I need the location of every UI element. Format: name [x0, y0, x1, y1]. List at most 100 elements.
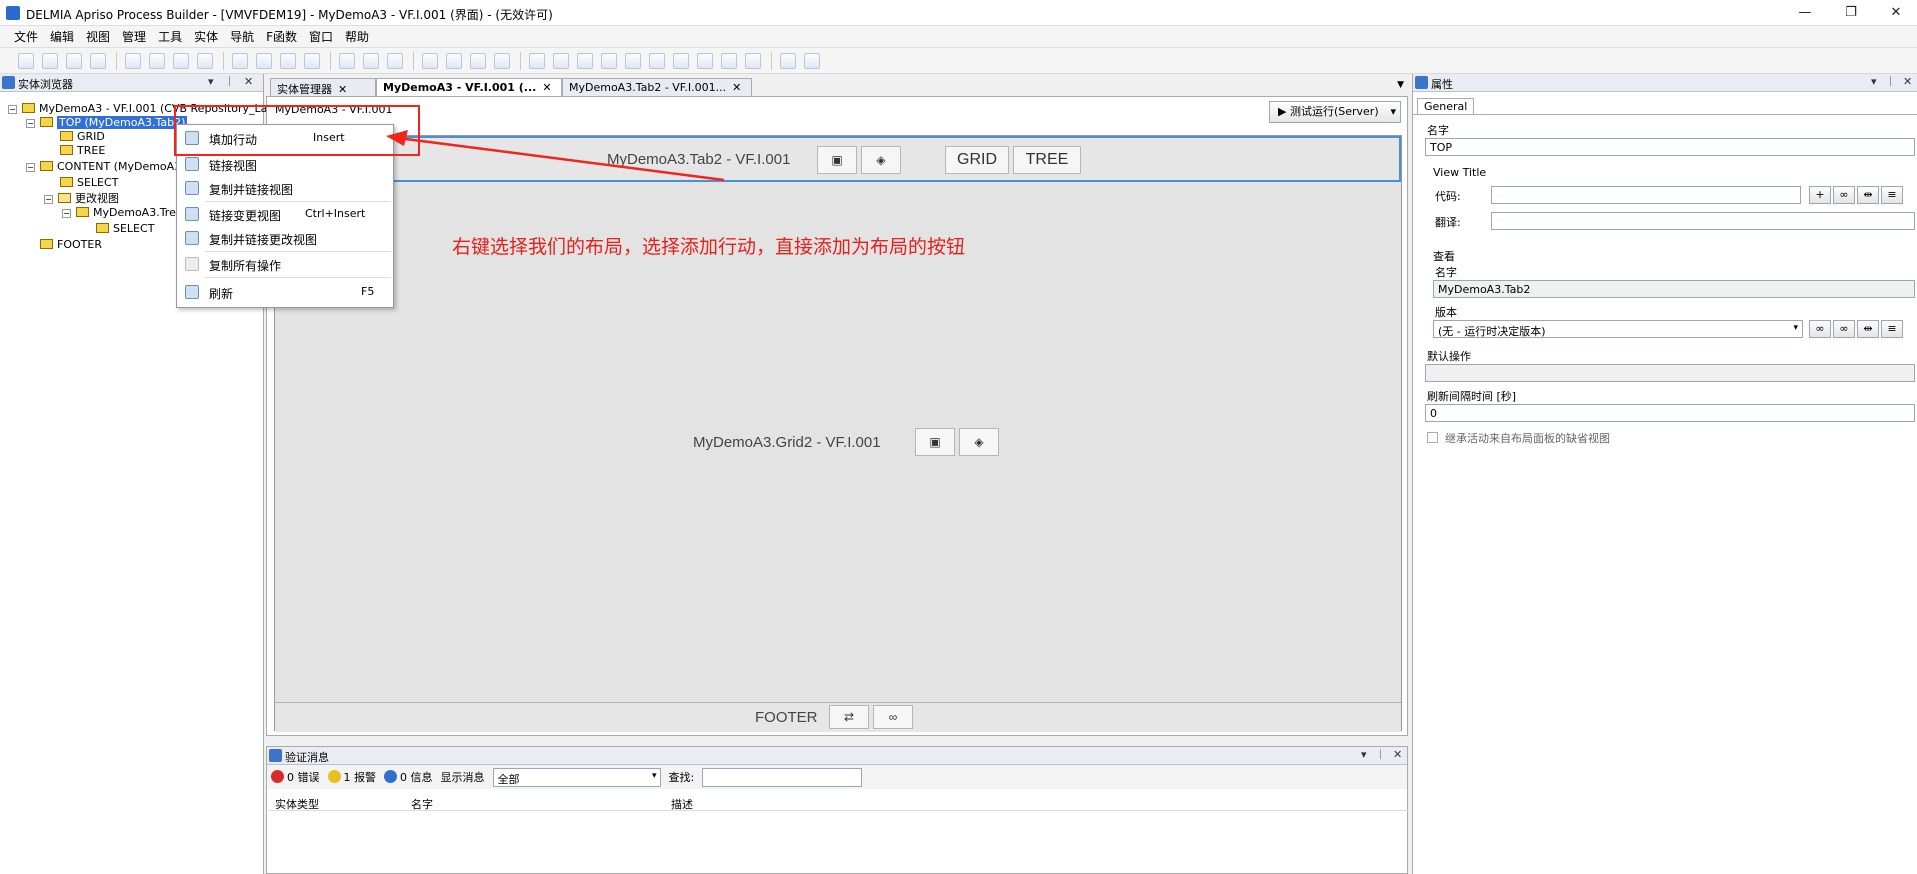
globe-icon[interactable] [339, 52, 355, 69]
menu-item-copy-all-actions[interactable]: 复制所有操作 [179, 253, 391, 275]
panel-dropdown-icon[interactable]: ▾ [1361, 748, 1367, 761]
close-icon[interactable]: ✕ [542, 81, 551, 94]
tab-mydemoa3-tab2[interactable]: MyDemoA3.Tab2 - VF.I.001... ✕ [562, 78, 752, 96]
tree-item-change-view[interactable]: − 更改视图 [44, 190, 119, 206]
tree-item-content[interactable]: − CONTENT (MyDemoA3 [26, 160, 181, 173]
show-messages-select[interactable]: 全部 ▾ [492, 767, 661, 787]
collapse-icon[interactable]: − [44, 195, 53, 204]
collapse-icon[interactable]: − [26, 119, 35, 128]
new-icon[interactable] [18, 52, 34, 69]
link-icon[interactable]: ∞ [1833, 320, 1855, 338]
menu-window[interactable]: 窗口 [309, 28, 333, 45]
chevron-down-icon[interactable]: ▾ [1390, 102, 1396, 122]
layout-icon[interactable] [232, 52, 248, 69]
tree-item-select[interactable]: SELECT [60, 176, 118, 189]
zoom-out-icon[interactable] [804, 52, 820, 69]
tool-c-icon[interactable] [577, 52, 593, 69]
menu-item-copy-link-change-view[interactable]: 复制并链接更改视图 [179, 227, 391, 249]
tag-icon[interactable]: ◈ [861, 146, 901, 174]
menu-help[interactable]: 帮助 [345, 28, 369, 45]
collapse-icon[interactable]: − [26, 163, 35, 172]
version-select[interactable]: (无 - 运行时决定版本) ▾ [1433, 320, 1803, 338]
refresh-icon[interactable] [125, 52, 141, 69]
search-input[interactable] [702, 767, 863, 787]
tab-general[interactable]: General [1417, 98, 1475, 114]
grid-button[interactable]: GRID [945, 146, 1009, 174]
minimize-button[interactable]: — [1785, 3, 1825, 23]
save-icon[interactable] [66, 52, 82, 69]
menu-function[interactable]: F函数 [266, 28, 297, 45]
menu-entity[interactable]: 实体 [194, 28, 218, 45]
collapse-icon[interactable]: − [62, 209, 71, 218]
column-name[interactable]: 名字 [411, 796, 433, 812]
close-button[interactable]: ✕ [1876, 3, 1916, 23]
compare-icon[interactable] [494, 52, 510, 69]
deploy-icon[interactable] [446, 52, 462, 69]
panel-close-icon[interactable]: ✕ [244, 75, 253, 88]
form-icon[interactable] [280, 52, 296, 69]
maximize-button[interactable]: ❐ [1831, 3, 1871, 23]
tool-g-icon[interactable] [673, 52, 689, 69]
panel-close-icon[interactable]: ✕ [1393, 748, 1402, 761]
pin-icon[interactable]: ᛁ [1887, 75, 1894, 88]
list-icon[interactable]: ≡ [1881, 186, 1903, 204]
tree-item-top[interactable]: − TOP (MyDemoA3.Tab2) [26, 116, 188, 129]
tool-i-icon[interactable] [721, 52, 737, 69]
tree-item-tree-view[interactable]: − MyDemoA3.Tre [62, 206, 176, 219]
list-icon[interactable]: ≡ [1881, 320, 1903, 338]
redo-icon[interactable] [173, 52, 189, 69]
close-icon[interactable]: ✕ [732, 81, 741, 94]
link-change-icon[interactable]: ∞ [1809, 320, 1831, 338]
tree-item-tree[interactable]: TREE [60, 144, 105, 157]
validate-icon[interactable] [422, 52, 438, 69]
edit-icon[interactable]: ▣ [817, 146, 857, 174]
undo-icon[interactable] [149, 52, 165, 69]
test-run-button[interactable]: ▶ 测试运行(Server) ▾ [1269, 101, 1401, 123]
tool-j-icon[interactable] [745, 52, 761, 69]
code-field[interactable] [1491, 186, 1801, 204]
menu-manage[interactable]: 管理 [122, 28, 146, 45]
tab-mydemoa3[interactable]: MyDemoA3 - VF.I.001 (... ✕ [376, 78, 562, 96]
tool-b-icon[interactable] [553, 52, 569, 69]
tree-item-grid[interactable]: GRID [60, 130, 105, 143]
menu-tools[interactable]: 工具 [158, 28, 182, 45]
link-icon[interactable]: ∞ [1833, 186, 1855, 204]
inherit-checkbox[interactable] [1427, 432, 1438, 443]
errors-filter[interactable]: 0 错误 [271, 769, 320, 785]
tree-item-select-2[interactable]: SELECT [96, 222, 154, 235]
export-icon[interactable] [387, 52, 403, 69]
menu-item-link-view[interactable]: 链接视图 [179, 153, 391, 175]
window-icon[interactable] [304, 52, 320, 69]
refresh-interval-field[interactable]: 0 [1425, 404, 1915, 422]
link-change-icon[interactable]: ⇄ [829, 705, 869, 729]
panel-dropdown-icon[interactable]: ▾ [208, 75, 214, 88]
name-field[interactable]: TOP [1425, 138, 1915, 156]
menu-edit[interactable]: 编辑 [50, 28, 74, 45]
network-icon[interactable] [363, 52, 379, 69]
collapse-icon[interactable]: − [8, 105, 17, 114]
tree-item-footer[interactable]: FOOTER [40, 238, 102, 251]
tab-entity-manager[interactable]: 实体管理器 ✕ [270, 78, 376, 96]
menu-item-copy-link-view[interactable]: 复制并链接视图 [179, 177, 391, 199]
delete-icon[interactable] [90, 52, 106, 69]
unlink-icon[interactable]: ⇹ [1857, 186, 1879, 204]
menu-navigate[interactable]: 导航 [230, 28, 254, 45]
menu-file[interactable]: 文件 [14, 28, 38, 45]
add-icon[interactable]: + [1809, 186, 1831, 204]
column-entity-type[interactable]: 实体类型 [275, 796, 319, 812]
tool-a-icon[interactable] [529, 52, 545, 69]
unlink-icon[interactable]: ⇹ [1857, 320, 1879, 338]
column-description[interactable]: 描述 [671, 796, 693, 812]
find-icon[interactable] [197, 52, 213, 69]
link-icon[interactable]: ∞ [873, 705, 913, 729]
warnings-filter[interactable]: 1 报警 [327, 769, 376, 785]
menu-view[interactable]: 视图 [86, 28, 110, 45]
menu-item-refresh[interactable]: 刷新 F5 [179, 281, 391, 303]
tool-h-icon[interactable] [697, 52, 713, 69]
translate-field[interactable] [1491, 212, 1915, 230]
open-icon[interactable] [42, 52, 58, 69]
tag-icon[interactable]: ◈ [959, 428, 999, 456]
tool-e-icon[interactable] [625, 52, 641, 69]
layout-canvas[interactable]: MyDemoA3.Tab2 - VF.I.001 ▣ ◈ GRID TREE M… [274, 135, 1402, 732]
panel-dropdown-icon[interactable]: ▾ [1871, 75, 1877, 88]
